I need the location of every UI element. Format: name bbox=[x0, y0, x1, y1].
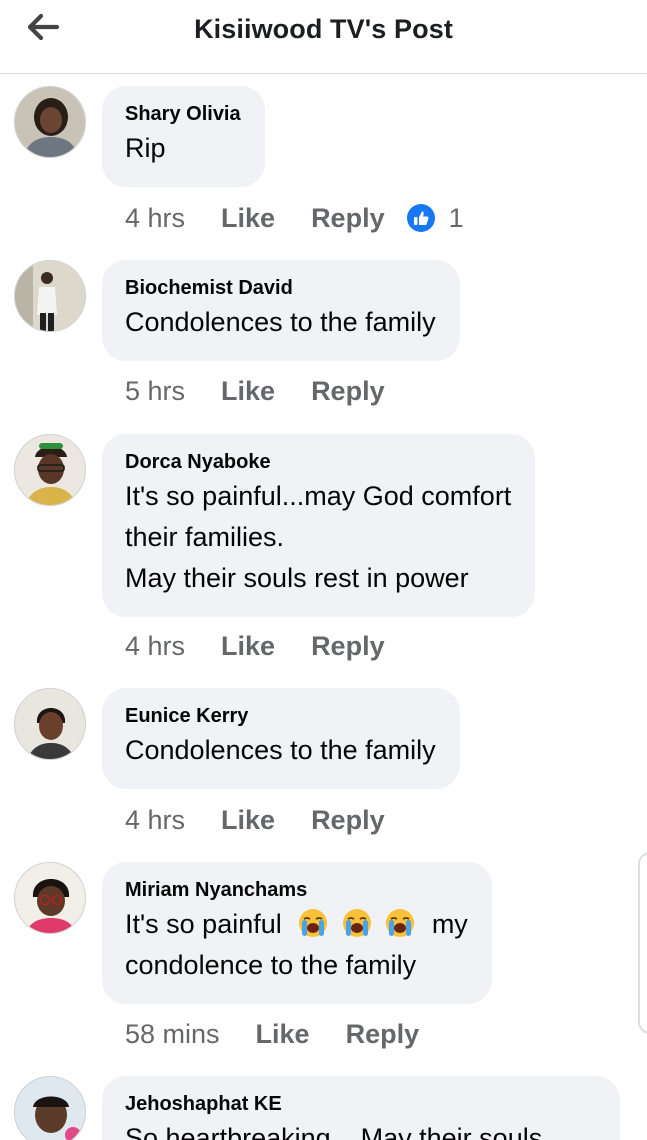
avatar[interactable] bbox=[14, 260, 86, 332]
comment-text: Condolences to the family bbox=[125, 735, 436, 765]
comment-text: It's so painful my condolence to the fam… bbox=[125, 904, 468, 986]
comment-time[interactable]: 4 hrs bbox=[125, 203, 185, 234]
comment-author[interactable]: Eunice Kerry bbox=[125, 704, 436, 728]
avatar[interactable] bbox=[14, 862, 86, 934]
reply-button[interactable]: Reply bbox=[311, 805, 385, 836]
comment-actions: 4 hrs Like Reply 1 bbox=[125, 198, 464, 238]
like-button[interactable]: Like bbox=[256, 1019, 310, 1050]
comment-time[interactable]: 4 hrs bbox=[125, 631, 185, 662]
comment-actions: 4 hrs Like Reply bbox=[125, 800, 385, 840]
comment-bubble[interactable]: Dorca Nyaboke It's so painful...may God … bbox=[102, 434, 536, 617]
comment-bubble[interactable]: Eunice Kerry Condolences to the family bbox=[102, 688, 460, 789]
comment-actions: 4 hrs Like Reply bbox=[125, 626, 385, 666]
comment-text-line: May their souls rest in power bbox=[125, 563, 469, 593]
comment-actions: 5 hrs Like Reply bbox=[125, 371, 385, 411]
like-button[interactable]: Like bbox=[221, 805, 275, 836]
reply-button[interactable]: Reply bbox=[311, 631, 385, 662]
comment-text: It's so painful...may God comfort their … bbox=[125, 476, 511, 599]
like-button[interactable]: Like bbox=[221, 203, 275, 234]
loudly-crying-face-icon bbox=[299, 909, 328, 937]
comment-time[interactable]: 4 hrs bbox=[125, 805, 185, 836]
reply-button[interactable]: Reply bbox=[311, 376, 385, 407]
comment-text-line: It's so painful...may God comfort bbox=[125, 481, 512, 511]
loudly-crying-face-icon bbox=[342, 909, 371, 937]
avatar[interactable] bbox=[14, 86, 86, 158]
scroll-handle[interactable] bbox=[638, 852, 647, 1034]
comment-text: Condolences to the family bbox=[125, 307, 436, 337]
comment-bubble[interactable]: Biochemist David Condolences to the fami… bbox=[102, 260, 460, 361]
like-button[interactable]: Like bbox=[221, 631, 275, 662]
comment-text: So heartbreaking... May their souls bbox=[125, 1123, 543, 1140]
avatar[interactable] bbox=[14, 434, 86, 506]
thumbs-up-icon bbox=[406, 204, 435, 232]
comment-text-line: It's so painful my bbox=[125, 904, 468, 945]
avatar[interactable] bbox=[14, 688, 86, 760]
comment-text-segment: It's so painful bbox=[125, 909, 282, 939]
comment-text: Rip bbox=[125, 133, 166, 163]
comment-bubble[interactable]: Jehoshaphat KE So heartbreaking... May t… bbox=[102, 1076, 620, 1140]
top-bar: Kisiiwood TV's Post bbox=[0, 0, 647, 74]
comment-author[interactable]: Biochemist David bbox=[125, 276, 436, 300]
loudly-crying-face-icon bbox=[386, 909, 415, 937]
comment-actions: 58 mins Like Reply bbox=[125, 1014, 419, 1054]
comment-author[interactable]: Dorca Nyaboke bbox=[125, 450, 511, 474]
comment-author[interactable]: Jehoshaphat KE bbox=[125, 1092, 596, 1116]
like-button[interactable]: Like bbox=[221, 376, 275, 407]
comment-time[interactable]: 58 mins bbox=[125, 1019, 220, 1050]
page-title: Kisiiwood TV's Post bbox=[194, 14, 453, 44]
comment-bubble[interactable]: Shary Olivia Rip bbox=[102, 86, 265, 187]
reaction-summary[interactable]: 1 bbox=[406, 202, 464, 234]
avatar[interactable] bbox=[14, 1076, 86, 1140]
comment-text-line: condolence to the family bbox=[125, 950, 417, 980]
comment-text-line: their families. bbox=[125, 522, 285, 552]
reaction-count: 1 bbox=[448, 202, 464, 233]
comment-bubble[interactable]: Miriam Nyanchams It's so painful my cond… bbox=[102, 862, 492, 1004]
comment-author[interactable]: Shary Olivia bbox=[125, 102, 241, 126]
comment-time[interactable]: 5 hrs bbox=[125, 376, 185, 407]
reply-button[interactable]: Reply bbox=[311, 203, 385, 234]
reply-button[interactable]: Reply bbox=[346, 1019, 420, 1050]
comment-text-segment: my bbox=[431, 909, 468, 939]
comment-author[interactable]: Miriam Nyanchams bbox=[125, 878, 468, 902]
